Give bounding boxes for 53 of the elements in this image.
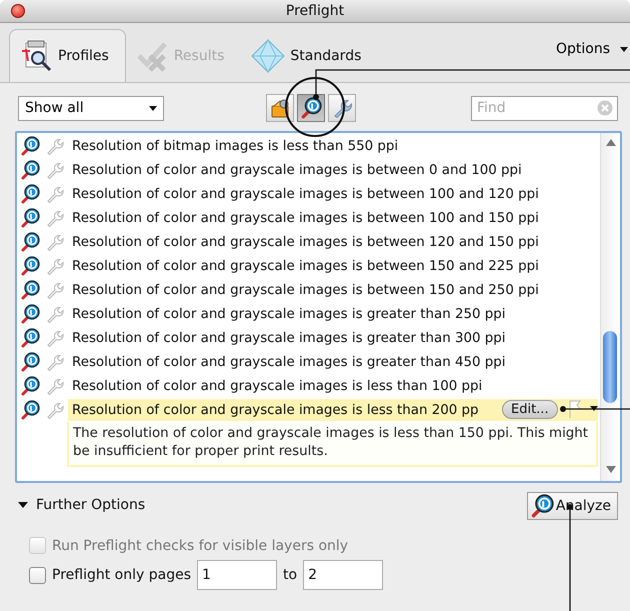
profile-item[interactable]: Resolution of color and grayscale images is between 150 and 225 ppi — [68, 255, 598, 277]
page-from-field[interactable]: 1 — [197, 560, 277, 590]
filter-dropdown[interactable]: Show all — [18, 96, 164, 120]
flag-icon — [568, 400, 582, 418]
checkbox-label: Run Preflight checks for visible layers only — [52, 538, 348, 554]
profile-item[interactable]: Resolution of bitmap images is less than 550 ppi — [68, 135, 598, 157]
profile-icon — [20, 184, 40, 204]
profile-icon — [20, 280, 40, 300]
document-search-icon — [20, 39, 54, 73]
profile-description: The resolution of color and grayscale images is less than 150 ppi. This might be insufficient for proper print results. — [67, 422, 598, 467]
view-button[interactable] — [297, 94, 325, 122]
disclosure-triangle-icon[interactable] — [18, 502, 28, 508]
profile-icon — [20, 400, 40, 420]
section-toggle[interactable]: Further Options — [36, 497, 146, 513]
options-menu[interactable]: Options — [556, 41, 630, 57]
close-button[interactable] — [11, 4, 25, 18]
diamond-icon — [250, 38, 286, 74]
profile-icon — [20, 136, 40, 156]
view-button[interactable] — [328, 94, 356, 122]
profile-item[interactable]: Resolution of color and grayscale images is greater than 300 ppi — [68, 327, 598, 349]
profile-icon — [20, 256, 40, 276]
window-title: Preflight — [286, 3, 344, 19]
edit-button[interactable]: Edit... — [502, 400, 558, 419]
profile-item[interactable]: Resolution of color and grayscale images is between 100 and 120 ppi — [68, 183, 598, 205]
profile-icon — [300, 97, 322, 119]
leader-line — [560, 406, 630, 412]
checkbox-label: Preflight only pages — [52, 567, 191, 583]
profile-item[interactable]: Resolution of color and grayscale images is between 120 and 150 ppi — [68, 231, 598, 253]
tab[interactable]: Profiles — [9, 29, 126, 82]
checkbox[interactable] — [29, 566, 46, 584]
analyze-button[interactable]: Analyze — [526, 492, 618, 520]
profile-item[interactable]: Resolution of color and grayscale images is less than 100 ppi — [68, 375, 598, 397]
tab[interactable]: Standards — [240, 30, 378, 82]
profile-item[interactable]: Resolution of color and grayscale images is between 0 and 100 ppi — [68, 159, 598, 181]
profile-icon — [530, 494, 554, 518]
profile-item[interactable]: Resolution of color and grayscale images is greater than 250 ppi — [68, 303, 598, 325]
profile-icon — [20, 304, 40, 324]
range-label: to — [283, 567, 298, 583]
profile-icon — [20, 232, 40, 252]
view-button[interactable] — [266, 94, 294, 122]
profile-item[interactable]: Resolution of color and grayscale images is between 150 and 250 ppi — [68, 279, 598, 301]
profile-item[interactable]: Resolution of color and grayscale images is between 100 and 150 ppi — [68, 207, 598, 229]
search-field[interactable]: Find — [471, 96, 618, 120]
profile-icon — [20, 376, 40, 396]
profile-icon — [20, 208, 40, 228]
profile-icon — [20, 328, 40, 348]
scrollbar[interactable] — [600, 133, 620, 481]
profile-item[interactable]: Resolution of color and grayscale images is greater than 450 ppi — [68, 351, 598, 373]
profile-icon — [20, 160, 40, 180]
callout-circle — [285, 77, 345, 137]
page-to-field[interactable]: 2 — [303, 560, 384, 590]
profile-icon — [20, 352, 40, 372]
caret-icon[interactable] — [590, 406, 598, 411]
